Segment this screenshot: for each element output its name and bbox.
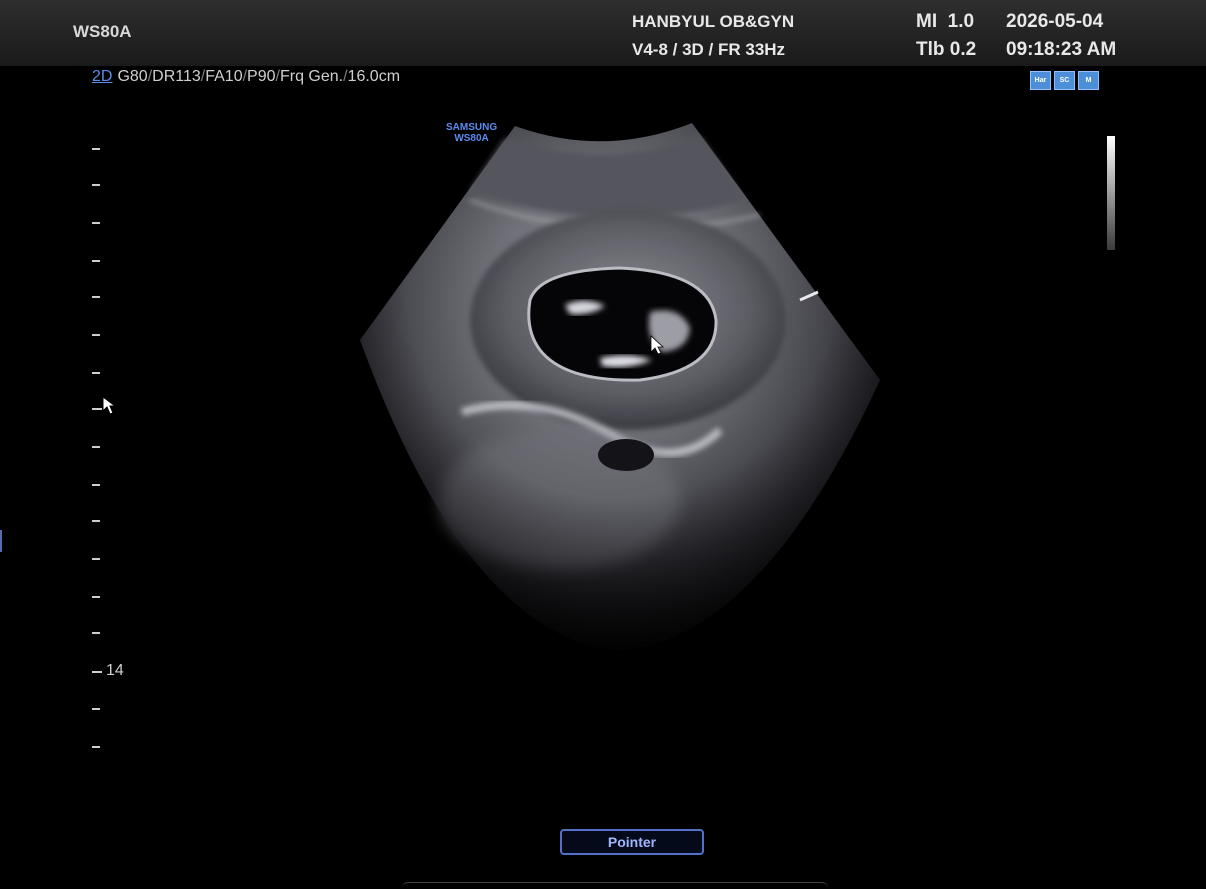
- gray-scale-bar: [1107, 136, 1115, 250]
- depth-tick: [92, 596, 100, 598]
- depth-tick: [92, 334, 100, 336]
- brand-line2: WS80A: [454, 133, 489, 144]
- depth-scale: 14: [92, 140, 132, 760]
- pointer-button[interactable]: Pointer: [560, 829, 704, 855]
- depth-tick: [92, 446, 100, 448]
- brand-line1: SAMSUNG: [446, 122, 498, 133]
- depth-tick: [92, 296, 100, 298]
- edge-marker: [0, 530, 2, 552]
- depth-tick: [92, 746, 100, 748]
- depth-tick: [92, 632, 100, 634]
- depth-tick: [92, 708, 100, 710]
- depth-tick: [92, 484, 100, 486]
- depth-tick: [92, 372, 100, 374]
- brand-watermark: SAMSUNG WS80A: [446, 122, 497, 144]
- depth-tick: [92, 671, 102, 673]
- depth-tick: [92, 520, 100, 522]
- depth-label: 14: [106, 662, 124, 679]
- depth-tick: [92, 222, 100, 224]
- ultrasound-image[interactable]: [0, 0, 1206, 888]
- depth-tick: [92, 184, 100, 186]
- depth-tick: [92, 260, 100, 262]
- focus-marker-icon[interactable]: [100, 396, 118, 416]
- depth-tick: [92, 558, 100, 560]
- depth-tick: [92, 148, 100, 150]
